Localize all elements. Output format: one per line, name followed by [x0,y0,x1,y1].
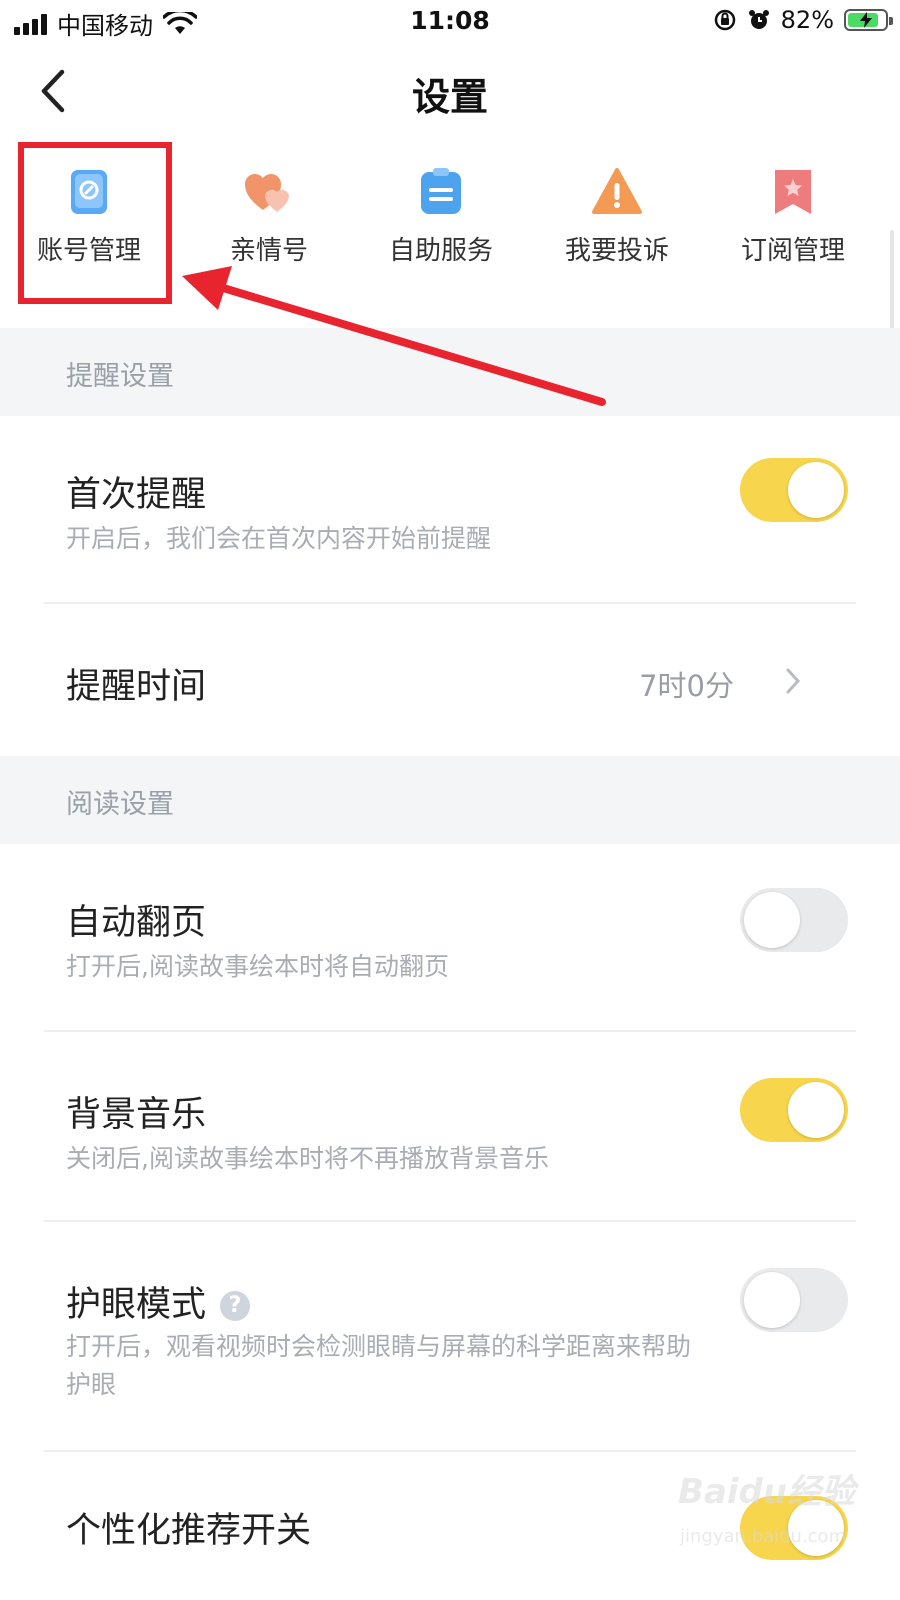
watermark-logo: Baidu经验 [678,1472,856,1512]
watermark-url: jingyan.baidu.com [680,1526,847,1547]
eye-care-toggle[interactable] [740,1268,848,1332]
menu-label: 订阅管理 [740,236,845,266]
annotation-arrow-icon [182,266,606,406]
setting-eye-care-mode: 护眼模式? 打开后，观看视频时会检测眼睛与屏幕的科学距离来帮助护眼 [0,1222,900,1450]
setting-title: 护眼模式? [66,1276,251,1327]
battery-percent: 82% [780,6,834,34]
warning-icon [592,168,642,214]
status-right: 82% [713,6,893,34]
first-reminder-toggle[interactable] [740,458,848,522]
reminder-time-value: 7时0分 [639,669,734,703]
battery-icon [844,9,893,31]
orientation-lock-icon [714,9,735,31]
watermark: Baidu经验 jingyan.baidu.com [678,1464,878,1574]
setting-title: 提醒时间 [66,667,207,707]
setting-reminder-time[interactable]: 提醒时间 7时0分 [0,604,900,754]
status-bar: 中国移动 11:08 82% [0,0,900,46]
bookmark-star-icon [775,170,811,214]
menu-item-subscription-management[interactable]: 订阅管理 [708,150,878,300]
chevron-right-icon[interactable] [784,666,802,696]
setting-title: 自动翻页 [66,903,207,943]
setting-description: 打开后,阅读故事绘本时将自动翻页 [66,952,449,981]
setting-title-text: 护眼模式 [66,1285,207,1325]
setting-description: 打开后，观看视频时会检测眼睛与屏幕的科学距离来帮助护眼 [66,1332,692,1399]
setting-description: 关闭后,阅读故事绘本时将不再播放背景音乐 [66,1144,549,1173]
setting-background-music: 背景音乐 关闭后,阅读故事绘本时将不再播放背景音乐 [0,1032,900,1222]
clipboard-icon [421,168,461,214]
hearts-icon [245,174,289,212]
help-icon[interactable]: ? [220,1291,251,1321]
section-header-reading: 阅读设置 [0,756,900,844]
nav-bar: 设置 [0,46,900,136]
annotation-highlight-box [18,142,172,304]
setting-title: 首次提醒 [66,475,207,515]
charging-bolt-icon [860,12,872,28]
setting-first-reminder: 首次提醒 开启后，我们会在首次内容开始前提醒 [0,416,900,604]
section-header-label: 阅读设置 [66,789,174,820]
background-music-toggle[interactable] [740,1078,848,1142]
setting-auto-page: 自动翻页 打开后,阅读故事绘本时将自动翻页 [0,844,900,1032]
alarm-icon [748,10,769,29]
section-header-label: 提醒设置 [66,361,174,392]
setting-title: 背景音乐 [66,1095,207,1135]
setting-description: 开启后，我们会在首次内容开始前提醒 [66,524,492,553]
setting-title: 个性化推荐开关 [66,1511,312,1551]
page-title: 设置 [411,75,488,119]
auto-page-toggle[interactable] [740,888,848,952]
